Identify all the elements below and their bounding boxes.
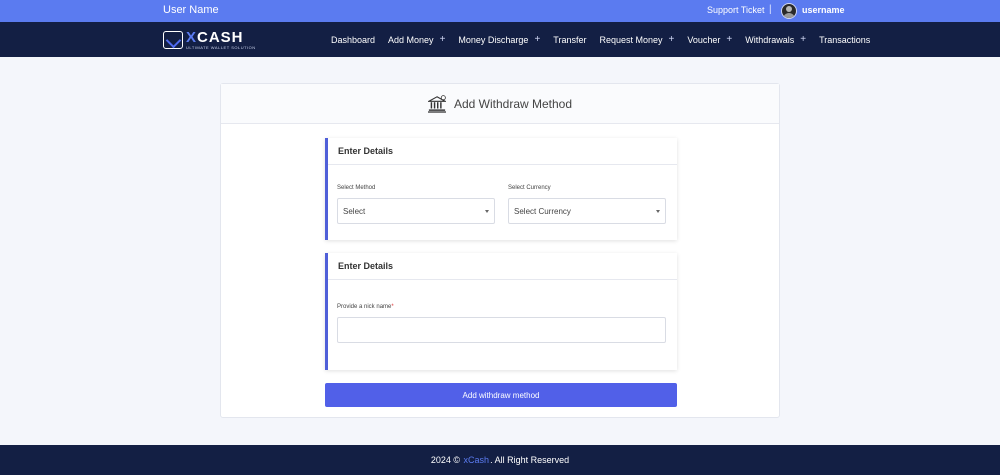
footer-rights: . All Right Reserved — [490, 455, 570, 465]
nav-menu: Dashboard Add Money + Money Discharge + Tr… — [331, 22, 883, 57]
select-currency-label: Select Currency — [508, 185, 551, 191]
nav-item-voucher[interactable]: Voucher + — [687, 34, 732, 45]
plus-icon: + — [668, 34, 675, 45]
xcash-logo[interactable]: XCASH ULTIMATE WALLET SOLUTION — [163, 30, 256, 50]
top-user-name: User Name — [163, 4, 219, 16]
main-content: Add Withdraw Method Enter Details Select… — [0, 57, 1000, 445]
nav-item-add-money[interactable]: Add Money + — [388, 34, 445, 45]
panel-heading: Enter Details — [328, 253, 677, 280]
plus-icon: + — [534, 34, 541, 45]
footer: 2024 © xCash. All Right Reserved — [0, 445, 1000, 475]
support-ticket-link[interactable]: Support Ticket — [707, 5, 765, 15]
nav-item-money-discharge[interactable]: Money Discharge + — [458, 34, 540, 45]
logo-brand: XCASH — [186, 29, 244, 46]
page-title: Add Withdraw Method — [453, 96, 573, 111]
wallet-logo-icon — [163, 31, 183, 49]
method-details-panel: Enter Details Select Method Select Selec… — [325, 138, 677, 240]
logo-tagline: ULTIMATE WALLET SOLUTION — [186, 45, 256, 50]
add-withdraw-method-button[interactable]: Add withdraw method — [325, 383, 677, 407]
username-link[interactable]: username — [802, 5, 845, 15]
nickname-label: Provide a nick name* — [337, 304, 394, 310]
main-navbar: XCASH ULTIMATE WALLET SOLUTION Dashboard… — [0, 22, 1000, 57]
nav-item-transfer[interactable]: Transfer — [553, 35, 586, 45]
panel-heading: Enter Details — [328, 138, 677, 165]
top-bar: User Name Support Ticket | username — [0, 0, 1000, 22]
footer-copyright: 2024 © — [430, 455, 461, 465]
avatar[interactable] — [781, 3, 797, 19]
plus-icon: + — [800, 34, 807, 45]
caret-down-icon — [485, 210, 489, 213]
nav-item-transactions[interactable]: Transactions — [819, 35, 870, 45]
select-method-label: Select Method — [337, 185, 376, 191]
nav-item-withdrawals[interactable]: Withdrawals + — [745, 34, 806, 45]
select-currency-dropdown[interactable]: Select Currency — [508, 198, 666, 224]
withdraw-method-card: Add Withdraw Method Enter Details Select… — [220, 83, 780, 418]
caret-down-icon — [656, 210, 660, 213]
nav-item-dashboard[interactable]: Dashboard — [331, 35, 375, 45]
plus-icon: + — [726, 34, 733, 45]
footer-brand-link[interactable]: xCash — [464, 455, 490, 465]
top-separator: | — [769, 4, 772, 15]
nav-item-request-money[interactable]: Request Money + — [599, 34, 674, 45]
plus-icon: + — [439, 34, 446, 45]
card-header: Add Withdraw Method — [221, 84, 779, 124]
nickname-details-panel: Enter Details Provide a nick name* — [325, 253, 677, 370]
nickname-input[interactable] — [337, 317, 666, 343]
bank-icon — [427, 94, 446, 113]
select-method-dropdown[interactable]: Select — [337, 198, 495, 224]
